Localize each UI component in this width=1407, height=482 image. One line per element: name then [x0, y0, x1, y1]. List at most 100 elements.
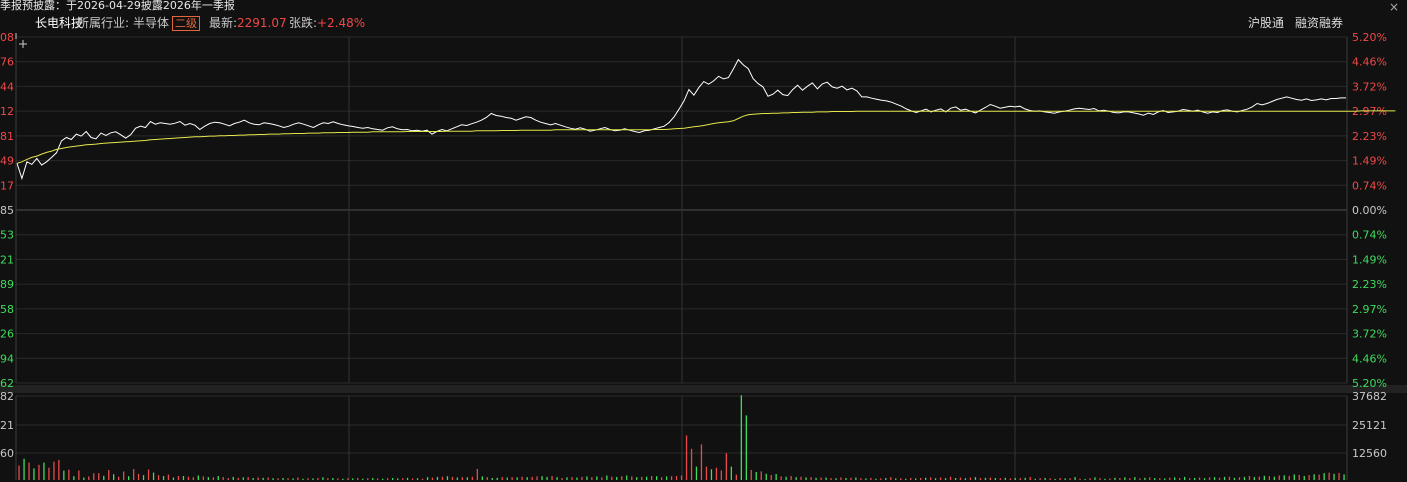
volume-bar — [969, 477, 972, 480]
volume-bar — [1223, 476, 1226, 480]
volume-bar — [805, 477, 807, 480]
volume-bar — [501, 477, 503, 480]
volume-bar — [900, 478, 902, 480]
volume-bar — [1293, 474, 1295, 480]
volume-bar — [426, 477, 429, 480]
volume-bar — [446, 476, 449, 480]
right-tick-label: 2.97% — [1352, 105, 1387, 118]
volume-bar — [1194, 478, 1196, 480]
volume-bar — [387, 478, 389, 480]
volume-bar — [1268, 476, 1270, 480]
volume-bar — [108, 470, 110, 480]
volume-bar — [98, 473, 100, 480]
volume-bar — [666, 476, 668, 480]
volume-bar — [925, 477, 927, 480]
volume-bar — [197, 475, 199, 480]
vol-left-tick-label: 60 — [0, 447, 14, 460]
right-tick-label: 2.23% — [1352, 278, 1387, 291]
volume-bar — [934, 478, 937, 480]
volume-bar — [367, 478, 369, 480]
left-tick-label: 94 — [0, 352, 14, 365]
volume-bar — [192, 477, 194, 480]
volume-bar — [1218, 477, 1221, 480]
volume-bar — [1313, 474, 1315, 480]
volume-bar — [720, 470, 722, 480]
volume-bar — [187, 476, 190, 480]
volume-bar — [123, 471, 125, 480]
volume-bar — [1308, 475, 1310, 480]
volume-bar — [1318, 474, 1320, 480]
volume-bar — [307, 478, 309, 480]
volume-bar — [481, 476, 483, 480]
volume-bar — [855, 477, 857, 480]
volume-bar — [73, 476, 75, 480]
volume-bar — [1124, 477, 1126, 480]
right-tick-label: 5.20% — [1352, 31, 1387, 44]
volume-bar — [147, 469, 150, 480]
volume-bar — [521, 476, 523, 480]
right-tick-label: 4.46% — [1352, 352, 1387, 365]
volume-bar — [895, 478, 897, 480]
volume-bar — [1278, 475, 1280, 480]
volume-bar — [172, 477, 175, 480]
volume-bar — [556, 477, 558, 480]
volume-bar — [486, 477, 488, 480]
volume-bar — [177, 476, 180, 480]
volume-bar — [621, 476, 623, 480]
volume-bar — [476, 468, 478, 480]
volume-bar — [113, 474, 115, 480]
volume-bar — [436, 476, 439, 480]
volume-bar — [581, 476, 583, 480]
volume-bar — [48, 467, 50, 480]
volume-bar — [1233, 477, 1236, 480]
volume-bar — [162, 476, 165, 480]
volume-bar — [596, 476, 598, 480]
volume-bar — [860, 478, 862, 480]
left-tick-label: 53 — [0, 229, 14, 242]
volume-bar — [880, 478, 882, 480]
volume-bar — [257, 477, 259, 480]
volume-bar — [297, 477, 299, 480]
right-tick-label: 2.23% — [1352, 130, 1387, 143]
volume-bar — [68, 469, 70, 480]
volume-bar — [944, 478, 947, 480]
volume-bar — [586, 476, 588, 480]
volume-bar — [646, 476, 648, 480]
volume-bar — [471, 476, 473, 480]
volume-bar — [616, 476, 618, 480]
volume-bar — [715, 467, 718, 480]
volume-bar — [690, 448, 693, 480]
volume-bar — [1054, 478, 1056, 480]
volume-bar — [541, 476, 543, 480]
volume-bar — [1019, 478, 1021, 480]
volume-bar — [23, 458, 25, 480]
volume-bar — [705, 466, 708, 480]
volume-bar — [506, 477, 508, 480]
left-tick-label: 08 — [0, 31, 14, 44]
volume-bar — [277, 478, 279, 480]
volume-bar — [1169, 477, 1171, 480]
left-tick-label: 58 — [0, 303, 14, 316]
volume-bar — [949, 476, 952, 480]
volume-bar — [815, 477, 817, 480]
volume-bar — [725, 453, 727, 480]
volume-bar — [546, 476, 548, 480]
volume-bar — [939, 477, 942, 480]
volume-bar — [1154, 478, 1156, 480]
volume-bar — [964, 478, 967, 480]
volume-bar — [491, 478, 493, 480]
volume-bar — [1283, 475, 1285, 480]
volume-bar — [840, 477, 842, 480]
right-tick-label: 0.00% — [1352, 204, 1387, 217]
crosshair-icon — [15, 33, 27, 48]
volume-bar — [217, 476, 219, 480]
volume-bar — [272, 478, 274, 480]
volume-bar — [760, 471, 762, 480]
volume-bar — [1273, 476, 1275, 480]
volume-bar — [456, 477, 458, 480]
volume-bar — [1014, 478, 1016, 480]
volume-bar — [800, 476, 802, 480]
volume-bar — [431, 477, 434, 480]
intraday-chart[interactable]: 08 76 44 12 81 49 17 85 53 21 89 58 26 94 62 5.20% 4.46%… — [0, 0, 1407, 482]
volume-bar — [222, 477, 224, 480]
